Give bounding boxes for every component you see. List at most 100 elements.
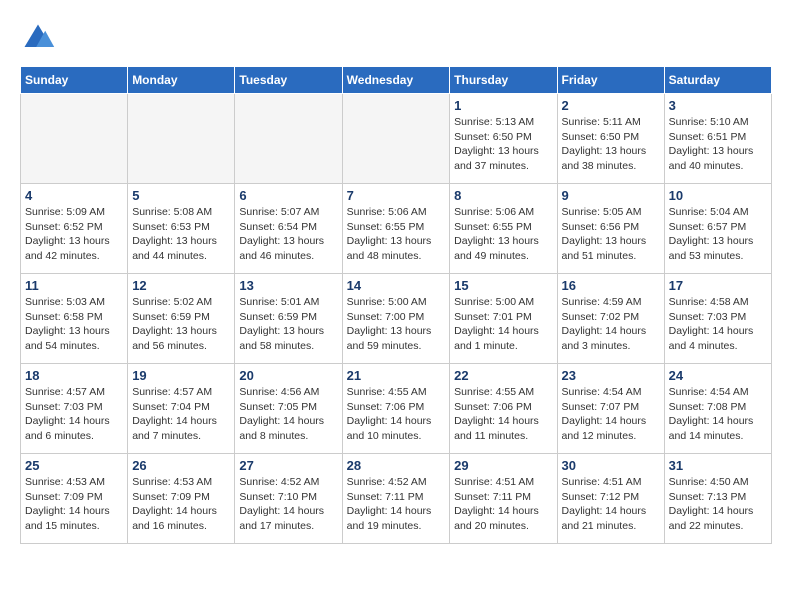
calendar-cell: 27Sunrise: 4:52 AM Sunset: 7:10 PM Dayli… — [235, 454, 342, 544]
day-number: 24 — [669, 368, 767, 383]
calendar-cell: 14 Sunrise: 5:00 AM Sunset: 7:00 PM Dayli… — [342, 274, 450, 364]
day-info: Sunrise: 5:09 AM Sunset: 6:52 PM Dayligh… — [25, 205, 123, 264]
day-info: Sunrise: 4:57 AM Sunset: 7:04 PM Dayligh… — [132, 385, 230, 444]
day-number: 6 — [239, 188, 337, 203]
day-number: 11 — [25, 278, 123, 293]
day-info: Sunrise: 4:51 AM Sunset: 7:11 PM Dayligh… — [454, 475, 552, 534]
day-info: Sunrise: 4:54 AM Sunset: 7:07 PM Dayligh… — [562, 385, 660, 444]
weekday-header-row: SundayMondayTuesdayWednesdayThursdayFrid… — [21, 67, 772, 94]
calendar-week-row: 11 Sunrise: 5:03 AM Sunset: 6:58 PM Dayli… — [21, 274, 772, 364]
calendar-cell: 26 Sunrise: 4:53 AM Sunset: 7:09 PM Dayli… — [128, 454, 235, 544]
calendar-cell: 22Sunrise: 4:55 AM Sunset: 7:06 PM Dayli… — [450, 364, 557, 454]
day-info: Sunrise: 4:53 AM Sunset: 7:09 PM Dayligh… — [132, 475, 230, 534]
calendar-cell: 8 Sunrise: 5:06 AM Sunset: 6:55 PM Daylig… — [450, 184, 557, 274]
calendar-week-row: 18Sunrise: 4:57 AM Sunset: 7:03 PM Dayli… — [21, 364, 772, 454]
calendar-cell: 29 Sunrise: 4:51 AM Sunset: 7:11 PM Dayli… — [450, 454, 557, 544]
calendar-cell: 17 Sunrise: 4:58 AM Sunset: 7:03 PM Dayli… — [664, 274, 771, 364]
calendar-cell — [235, 94, 342, 184]
day-info: Sunrise: 4:55 AM Sunset: 7:06 PM Dayligh… — [347, 385, 446, 444]
day-number: 10 — [669, 188, 767, 203]
day-info: Sunrise: 5:10 AM Sunset: 6:51 PM Dayligh… — [669, 115, 767, 174]
calendar-cell: 11 Sunrise: 5:03 AM Sunset: 6:58 PM Dayli… — [21, 274, 128, 364]
calendar-cell — [21, 94, 128, 184]
day-info: Sunrise: 4:59 AM Sunset: 7:02 PM Dayligh… — [562, 295, 660, 354]
weekday-header: Monday — [128, 67, 235, 94]
day-number: 21 — [347, 368, 446, 383]
day-number: 14 — [347, 278, 446, 293]
day-info: Sunrise: 4:58 AM Sunset: 7:03 PM Dayligh… — [669, 295, 767, 354]
header — [20, 20, 772, 56]
calendar-cell: 30Sunrise: 4:51 AM Sunset: 7:12 PM Dayli… — [557, 454, 664, 544]
day-number: 12 — [132, 278, 230, 293]
day-number: 17 — [669, 278, 767, 293]
calendar-cell: 10 Sunrise: 5:04 AM Sunset: 6:57 PM Dayli… — [664, 184, 771, 274]
calendar-cell: 25Sunrise: 4:53 AM Sunset: 7:09 PM Dayli… — [21, 454, 128, 544]
calendar-week-row: 25 Sunrise: 4:53 AM Sunset: 7:09 PM Dayli… — [21, 454, 772, 544]
weekday-header: Sunday — [21, 67, 128, 94]
calendar-cell — [342, 94, 450, 184]
day-number: 15 — [454, 278, 552, 293]
day-number: 2 — [562, 98, 660, 113]
calendar-cell: 9Sunrise: 5:05 AM Sunset: 6:56 PM Daylig… — [557, 184, 664, 274]
day-number: 27 — [239, 458, 337, 473]
weekday-header: Wednesday — [342, 67, 450, 94]
calendar-cell: 21 Sunrise: 4:55 AM Sunset: 7:06 PM Dayli… — [342, 364, 450, 454]
calendar-cell: 2 Sunrise: 5:11 AM Sunset: 6:50 PM Daylig… — [557, 94, 664, 184]
day-info: Sunrise: 4:52 AM Sunset: 7:11 PM Dayligh… — [347, 475, 446, 534]
day-info: Sunrise: 5:03 AM Sunset: 6:58 PM Dayligh… — [25, 295, 123, 354]
calendar-cell: 31Sunrise: 4:50 AM Sunset: 7:13 PM Dayli… — [664, 454, 771, 544]
calendar-cell: 23 Sunrise: 4:54 AM Sunset: 7:07 PM Dayli… — [557, 364, 664, 454]
calendar-week-row: 1 Sunrise: 5:13 AM Sunset: 6:50 PM Daylig… — [21, 94, 772, 184]
day-info: Sunrise: 4:51 AM Sunset: 7:12 PM Dayligh… — [562, 475, 660, 534]
calendar-cell: 28Sunrise: 4:52 AM Sunset: 7:11 PM Dayli… — [342, 454, 450, 544]
day-number: 1 — [454, 98, 552, 113]
day-number: 26 — [132, 458, 230, 473]
logo — [20, 20, 60, 56]
day-info: Sunrise: 4:56 AM Sunset: 7:05 PM Dayligh… — [239, 385, 337, 444]
calendar-week-row: 4 Sunrise: 5:09 AM Sunset: 6:52 PM Daylig… — [21, 184, 772, 274]
day-number: 13 — [239, 278, 337, 293]
logo-icon — [20, 20, 56, 56]
weekday-header: Tuesday — [235, 67, 342, 94]
calendar-cell: 24Sunrise: 4:54 AM Sunset: 7:08 PM Dayli… — [664, 364, 771, 454]
calendar-cell: 3Sunrise: 5:10 AM Sunset: 6:51 PM Daylig… — [664, 94, 771, 184]
day-number: 7 — [347, 188, 446, 203]
day-info: Sunrise: 4:50 AM Sunset: 7:13 PM Dayligh… — [669, 475, 767, 534]
day-number: 20 — [239, 368, 337, 383]
day-info: Sunrise: 5:13 AM Sunset: 6:50 PM Dayligh… — [454, 115, 552, 174]
calendar-cell: 20 Sunrise: 4:56 AM Sunset: 7:05 PM Dayli… — [235, 364, 342, 454]
day-number: 5 — [132, 188, 230, 203]
day-number: 29 — [454, 458, 552, 473]
day-info: Sunrise: 5:04 AM Sunset: 6:57 PM Dayligh… — [669, 205, 767, 264]
day-number: 4 — [25, 188, 123, 203]
calendar-cell: 16 Sunrise: 4:59 AM Sunset: 7:02 PM Dayli… — [557, 274, 664, 364]
day-info: Sunrise: 5:11 AM Sunset: 6:50 PM Dayligh… — [562, 115, 660, 174]
day-number: 25 — [25, 458, 123, 473]
day-info: Sunrise: 5:08 AM Sunset: 6:53 PM Dayligh… — [132, 205, 230, 264]
day-info: Sunrise: 5:02 AM Sunset: 6:59 PM Dayligh… — [132, 295, 230, 354]
weekday-header: Saturday — [664, 67, 771, 94]
calendar-cell: 18Sunrise: 4:57 AM Sunset: 7:03 PM Dayli… — [21, 364, 128, 454]
weekday-header: Thursday — [450, 67, 557, 94]
calendar-cell: 6Sunrise: 5:07 AM Sunset: 6:54 PM Daylig… — [235, 184, 342, 274]
calendar-cell: 15 Sunrise: 5:00 AM Sunset: 7:01 PM Dayli… — [450, 274, 557, 364]
day-info: Sunrise: 4:57 AM Sunset: 7:03 PM Dayligh… — [25, 385, 123, 444]
day-number: 8 — [454, 188, 552, 203]
day-info: Sunrise: 5:01 AM Sunset: 6:59 PM Dayligh… — [239, 295, 337, 354]
calendar-cell: 12 Sunrise: 5:02 AM Sunset: 6:59 PM Dayli… — [128, 274, 235, 364]
day-info: Sunrise: 4:55 AM Sunset: 7:06 PM Dayligh… — [454, 385, 552, 444]
day-info: Sunrise: 5:00 AM Sunset: 7:01 PM Dayligh… — [454, 295, 552, 354]
calendar-cell: 19 Sunrise: 4:57 AM Sunset: 7:04 PM Dayli… — [128, 364, 235, 454]
day-info: Sunrise: 5:06 AM Sunset: 6:55 PM Dayligh… — [454, 205, 552, 264]
calendar-cell: 5 Sunrise: 5:08 AM Sunset: 6:53 PM Daylig… — [128, 184, 235, 274]
day-info: Sunrise: 5:05 AM Sunset: 6:56 PM Dayligh… — [562, 205, 660, 264]
calendar-cell: 4 Sunrise: 5:09 AM Sunset: 6:52 PM Daylig… — [21, 184, 128, 274]
day-number: 16 — [562, 278, 660, 293]
calendar-cell: 7Sunrise: 5:06 AM Sunset: 6:55 PM Daylig… — [342, 184, 450, 274]
calendar: SundayMondayTuesdayWednesdayThursdayFrid… — [20, 66, 772, 544]
calendar-cell: 1 Sunrise: 5:13 AM Sunset: 6:50 PM Daylig… — [450, 94, 557, 184]
day-info: Sunrise: 5:00 AM Sunset: 7:00 PM Dayligh… — [347, 295, 446, 354]
day-number: 19 — [132, 368, 230, 383]
calendar-cell: 13 Sunrise: 5:01 AM Sunset: 6:59 PM Dayli… — [235, 274, 342, 364]
day-number: 23 — [562, 368, 660, 383]
